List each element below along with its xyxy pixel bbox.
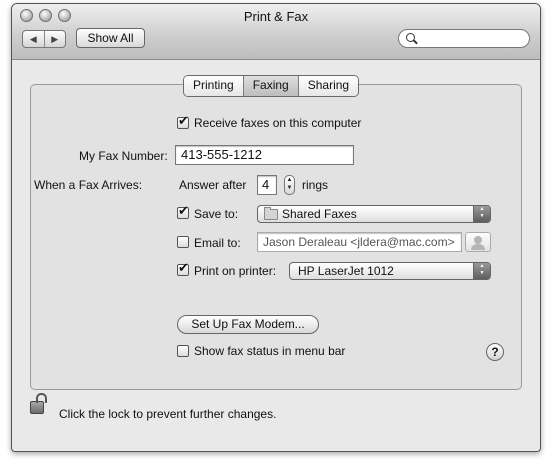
fax-number-field[interactable]: 413-555-1212 [175,145,354,165]
printer-value: HP LaserJet 1012 [298,264,394,278]
popup-arrows-icon: ▲ ▼ [473,206,490,222]
lock-message: Click the lock to prevent further change… [59,407,277,421]
rings-stepper[interactable]: ▲ ▼ [284,175,295,195]
search-field[interactable] [398,29,530,48]
popup-arrows-icon: ▲ ▼ [473,263,490,279]
search-icon [406,33,415,42]
save-to-checkbox[interactable] [177,204,189,219]
lock-icon[interactable] [30,393,47,414]
email-to-checkbox[interactable] [177,236,189,248]
stepper-down-icon: ▼ [286,185,293,191]
rings-field[interactable]: 4 [257,175,277,195]
back-arrow-icon[interactable]: ◀ [23,31,45,47]
address-book-button[interactable] [465,232,491,252]
set-up-fax-modem-button[interactable]: Set Up Fax Modem... [177,315,319,334]
show-fax-status-checkbox[interactable] [177,345,189,357]
help-button[interactable]: ? [486,343,504,361]
save-to-popup[interactable]: Shared Faxes ▲ ▼ [257,205,491,223]
receive-faxes-checkbox[interactable] [177,114,189,129]
email-to-label: Email to: [194,236,241,250]
person-icon [471,236,485,250]
back-forward-control: ◀ ▶ [22,30,66,48]
print-on-printer-checkbox[interactable] [177,261,189,276]
show-fax-status-label: Show fax status in menu bar [194,344,346,358]
title-bar: Print & Fax ◀ ▶ Show All [12,4,540,60]
receive-faxes-label: Receive faxes on this computer [194,116,362,130]
print-on-printer-label: Print on printer: [194,264,277,278]
print-fax-window: Print & Fax ◀ ▶ Show All Printing Faxing… [11,3,541,452]
show-all-button[interactable]: Show All [76,28,145,48]
forward-arrow-icon[interactable]: ▶ [45,31,66,47]
email-to-field[interactable]: Jason Deraleau <jldera@mac.com> [257,232,462,252]
answer-after-label: Answer after [179,178,247,192]
tab-faxing[interactable]: Faxing [242,76,298,96]
tab-printing[interactable]: Printing [184,76,243,96]
fax-number-label: My Fax Number: [79,149,168,163]
rings-label: rings [302,178,329,192]
stepper-up-icon: ▲ [286,177,293,183]
save-to-value: Shared Faxes [282,207,357,221]
when-fax-arrives-label: When a Fax Arrives: [34,178,143,192]
folder-icon [264,207,278,220]
tab-sharing[interactable]: Sharing [297,76,359,96]
printer-popup[interactable]: HP LaserJet 1012 ▲ ▼ [289,262,491,280]
window-title: Print & Fax [243,9,309,24]
save-to-label: Save to: [194,207,239,221]
tab-bar: Printing Faxing Sharing [183,75,360,97]
